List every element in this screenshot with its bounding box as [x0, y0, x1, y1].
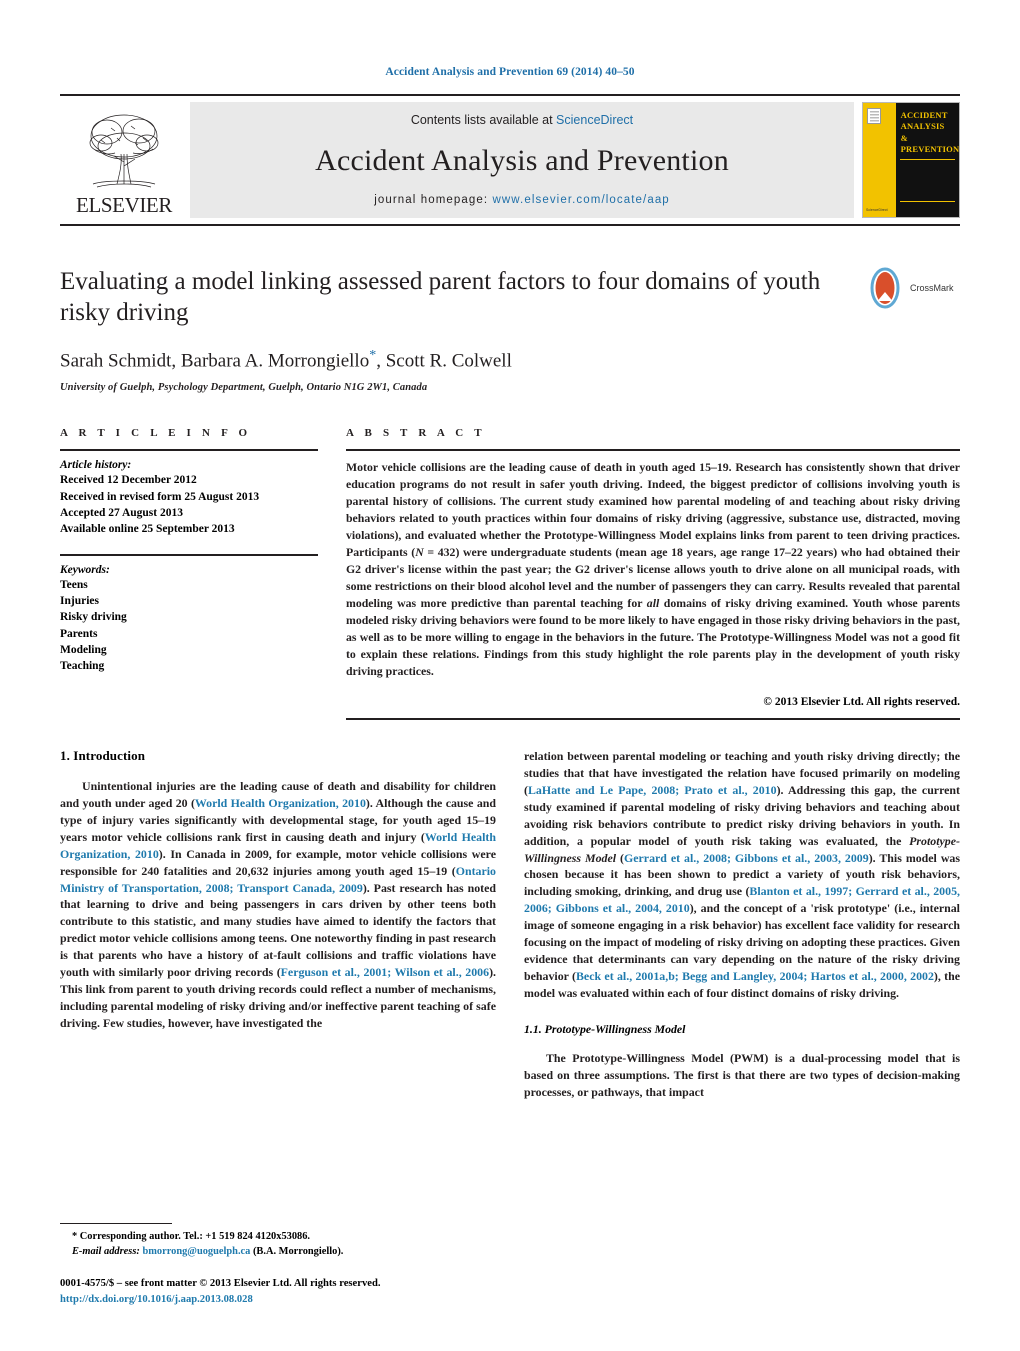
body-left-column: 1. Introduction Unintentional injuries a… [60, 748, 496, 1100]
keyword-item: Modeling [60, 643, 107, 656]
cover-title-line-4: PREVENTION [900, 144, 960, 155]
crossmark-label: CrossMark [910, 283, 954, 293]
corr-text: Corresponding author. Tel.: +1 519 824 4… [77, 1230, 311, 1242]
body-right-column: relation between parental modeling or te… [524, 748, 960, 1100]
issn-line: 0001-4575/$ – see front matter © 2013 El… [60, 1278, 381, 1290]
cover-left-panel: ScienceDirect [863, 103, 896, 217]
elsevier-mark-icon [867, 108, 881, 124]
email-note: E-mail address: bmorrong@uoguelph.ca (B.… [60, 1245, 496, 1260]
intro-paragraph-right: relation between parental modeling or te… [524, 748, 960, 1002]
body-columns: 1. Introduction Unintentional injuries a… [60, 748, 960, 1100]
doi-link[interactable]: http://dx.doi.org/10.1016/j.aap.2013.08.… [60, 1292, 496, 1307]
abstract-text: Motor vehicle collisions are the leading… [346, 459, 960, 680]
keyword-item: Injuries [60, 594, 99, 607]
abstract-heading: A B S T R A C T [346, 427, 486, 440]
elsevier-tree-icon [89, 114, 159, 188]
elsevier-wordmark: ELSEVIER [76, 193, 172, 217]
cover-sciencedirect-label: ScienceDirect [866, 208, 888, 213]
intro-paragraph-left: Unintentional injuries are the leading c… [60, 778, 496, 1032]
crossmark-icon [870, 267, 900, 309]
cover-rule-bottom [899, 201, 955, 202]
abstract-n-symbol: N [415, 545, 424, 560]
abstract-all-emphasis: all [646, 596, 660, 611]
footnote-rule [60, 1222, 172, 1224]
citation-reference[interactable]: World Health Organization, 2010 [195, 796, 366, 810]
masthead-center: Contents lists available at ScienceDirec… [190, 102, 854, 218]
journal-masthead: ELSEVIER Contents lists available at Sci… [60, 94, 960, 226]
affiliation: University of Guelph, Psychology Departm… [60, 382, 428, 394]
keywords-title: Keywords: [60, 563, 110, 576]
email-suffix: (B.A. Morrongiello). [250, 1245, 344, 1257]
cover-title-line-3: & [900, 132, 908, 143]
journal-cover-thumbnail[interactable]: ScienceDirect ACCIDENT ANALYSIS & PREVEN… [862, 102, 960, 218]
keyword-item: Parents [60, 627, 98, 640]
cover-title-line-2: ANALYSIS [900, 121, 945, 132]
article-history-item: Available online 25 September 2013 [60, 523, 235, 536]
article-history-item: Received 12 December 2012 [60, 474, 197, 487]
text-seg: ( [616, 850, 624, 865]
issn-copyright-block: 0001-4575/$ – see front matter © 2013 El… [60, 1276, 496, 1307]
article-history-title: Article history: [60, 459, 132, 472]
running-head: Accident Analysis and Prevention 69 (201… [385, 66, 635, 78]
keywords-rule [60, 553, 318, 556]
sciencedirect-link[interactable]: ScienceDirect [556, 113, 633, 127]
email-label: E-mail address: [72, 1245, 140, 1257]
corresponding-author-note: * Corresponding author. Tel.: +1 519 824… [60, 1230, 496, 1245]
keyword-item: Teens [60, 578, 88, 591]
journal-homepage-link[interactable]: www.elsevier.com/locate/aap [492, 194, 669, 206]
article-history-item: Accepted 27 August 2013 [60, 506, 183, 519]
abstract-rule-top [346, 449, 960, 452]
journal-title: Accident Analysis and Prevention [315, 143, 729, 177]
elsevier-logo: ELSEVIER [60, 96, 188, 224]
authors-tail: , Scott R. Colwell [376, 350, 512, 372]
keyword-item: Risky driving [60, 611, 127, 624]
homepage-prefix: journal homepage: [374, 194, 493, 206]
article-info-column: A R T I C L E I N F O Article history: R… [60, 427, 318, 720]
cover-title-line-1: ACCIDENT [900, 110, 948, 120]
info-abstract-section: A R T I C L E I N F O Article history: R… [60, 427, 960, 721]
citation-reference[interactable]: Ferguson et al., 2001; Wilson et al., 20… [281, 965, 489, 979]
footnote-area: * Corresponding author. Tel.: +1 519 824… [60, 1222, 496, 1307]
cover-rule-top [899, 159, 955, 160]
contents-prefix: Contents lists available at [410, 113, 557, 127]
keyword-item: Teaching [60, 660, 105, 673]
cover-right-panel: ACCIDENT ANALYSIS & PREVENTION [895, 103, 960, 217]
citation-reference[interactable]: Beck et al., 2001a,b; Begg and Langley, … [576, 969, 934, 983]
paper-page: Accident Analysis and Prevention 69 (201… [0, 0, 1020, 1351]
subsection-heading-pwm: 1.1. Prototype-Willingness Model [524, 1021, 686, 1036]
abstract-rule-bottom [346, 718, 960, 721]
email-link[interactable]: bmorrong@uoguelph.ca [142, 1246, 250, 1257]
title-block: Evaluating a model linking assessed pare… [60, 266, 960, 393]
article-history-item: Received in revised form 25 August 2013 [60, 490, 260, 503]
article-info-rule-top [60, 449, 318, 452]
article-info-heading: A R T I C L E I N F O [60, 427, 252, 440]
keywords-block: Keywords: Teens Injuries Risky driving P… [60, 553, 318, 675]
journal-homepage-line: journal homepage: www.elsevier.com/locat… [374, 194, 670, 206]
pwm-paragraph: The Prototype-Willingness Model (PWM) is… [524, 1050, 960, 1099]
abstract-copyright: © 2013 Elsevier Ltd. All rights reserved… [763, 696, 960, 709]
contents-available-line: Contents lists available at ScienceDirec… [411, 113, 633, 127]
author-list: Sarah Schmidt, Barbara A. Morrongiello*,… [60, 348, 960, 372]
page-title: Evaluating a model linking assessed pare… [60, 268, 821, 326]
abstract-column: A B S T R A C T Motor vehicle collisions… [346, 427, 960, 721]
section-heading-introduction: 1. Introduction [60, 748, 146, 764]
authors-main: Sarah Schmidt, Barbara A. Morrongiello [60, 350, 370, 372]
crossmark-badge[interactable]: CrossMark [864, 266, 960, 310]
citation-reference[interactable]: LaHatte and Le Pape, 2008; Prato et al.,… [528, 783, 777, 797]
citation-reference[interactable]: Gerrard et al., 2008; Gibbons et al., 20… [624, 851, 869, 865]
